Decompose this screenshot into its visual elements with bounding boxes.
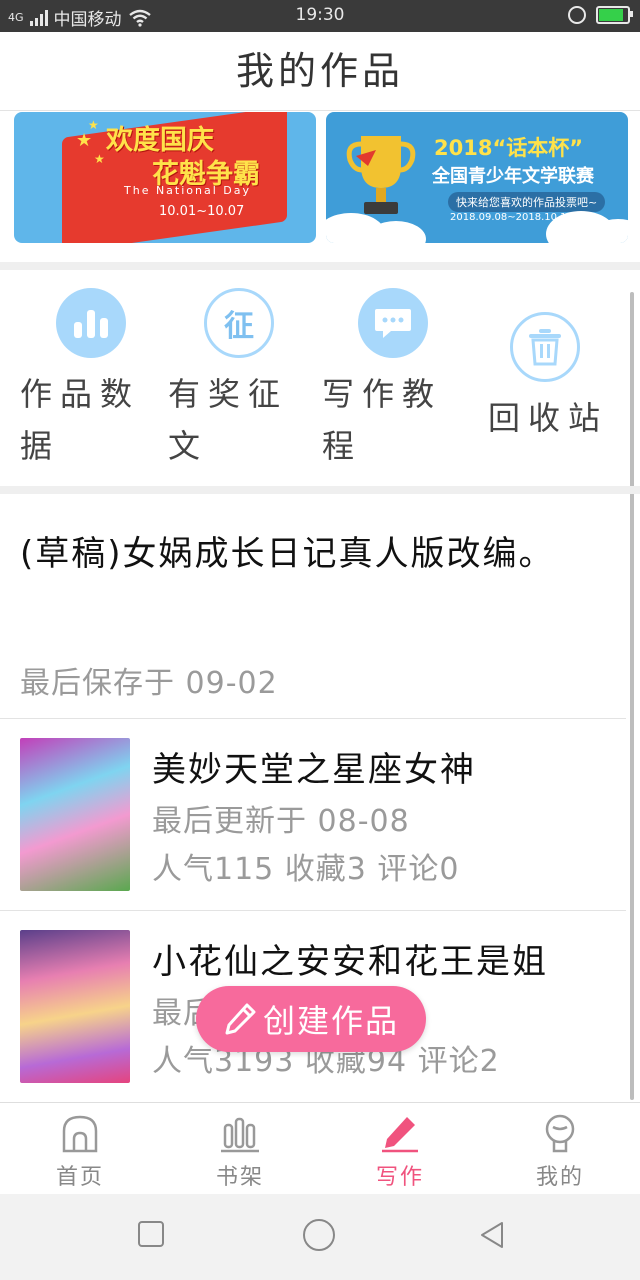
tab-profile-label: 我的: [535, 1165, 584, 1190]
recent-apps-button[interactable]: [137, 1220, 165, 1248]
tab-bookshelf-label: 书架: [215, 1165, 264, 1190]
chat-bubble-icon: [358, 288, 428, 358]
rotation-lock-icon: [568, 6, 586, 24]
section-divider: [0, 262, 640, 270]
national-day-banner[interactable]: ★ ★ ★ 欢度国庆 花魁争霸 The National Day 10.01~1…: [14, 112, 316, 243]
quick-actions: 作品数据 征 有奖征文 写作教程 回收站: [0, 270, 626, 486]
contest-label: 有奖征文: [168, 375, 289, 465]
work-stats: 人气115 收藏3 评论0: [152, 852, 460, 887]
tab-write-label: 写作: [375, 1165, 424, 1190]
home-icon: [60, 1113, 100, 1153]
work-title: 小花仙之安安和花王是姐: [152, 942, 548, 982]
contest-banner[interactable]: 2018“话本杯” 全国青少年文学联赛 快来给您喜欢的作品投票吧~ 2018.0…: [326, 112, 628, 243]
pencil-icon: [380, 1113, 420, 1153]
writing-tutorial-button[interactable]: 写作教程: [322, 270, 452, 472]
tab-profile[interactable]: 我的: [480, 1103, 640, 1195]
works-data-button[interactable]: 作品数据: [20, 270, 150, 472]
bottom-tab-bar: 首页 书架 写作 我的: [0, 1102, 640, 1195]
profile-icon: [540, 1113, 580, 1153]
trophy-icon: [346, 136, 416, 214]
battery-icon: [596, 6, 633, 24]
banner-carousel[interactable]: ★ ★ ★ 欢度国庆 花魁争霸 The National Day 10.01~1…: [0, 110, 640, 260]
work-cover-image: [20, 738, 130, 891]
contest-icon: 征: [204, 288, 274, 358]
banner-subtitle: 全国青少年文学联赛: [432, 166, 594, 187]
tab-home-label: 首页: [55, 1165, 104, 1190]
banner-date: 10.01~10.07: [159, 204, 245, 219]
recycle-bin-button[interactable]: 回收站: [488, 270, 618, 444]
section-divider: [0, 486, 640, 494]
tab-write[interactable]: 写作: [320, 1103, 480, 1195]
clock: 19:30: [295, 5, 345, 25]
banner-subtitle: The National Day: [124, 184, 252, 197]
work-updated-time: 最后更新于 08-08: [152, 804, 410, 839]
recycle-bin-label: 回收站: [488, 399, 609, 437]
bookshelf-icon: [220, 1113, 260, 1153]
draft-title: (草稿)女娲成长日记真人版改编。: [20, 534, 555, 574]
tab-bookshelf[interactable]: 书架: [160, 1103, 320, 1195]
app-header: 我的作品: [0, 32, 640, 111]
star-icon: ★: [76, 130, 93, 151]
works-data-label: 作品数据: [20, 375, 141, 465]
banner-title: 2018“话本杯”: [434, 136, 584, 160]
contest-icon-glyph: 征: [224, 309, 254, 344]
tab-home[interactable]: 首页: [0, 1103, 160, 1195]
bar-chart-icon: [56, 288, 126, 358]
home-button[interactable]: [302, 1218, 336, 1252]
page-title: 我的作品: [235, 49, 404, 93]
scrollbar[interactable]: [630, 292, 634, 1100]
pencil-icon: [225, 1003, 256, 1035]
work-title: 美妙天堂之星座女神: [152, 750, 476, 790]
contest-button[interactable]: 征 有奖征文: [168, 270, 298, 472]
battery-fill: [599, 9, 623, 21]
work-item[interactable]: 美妙天堂之星座女神 最后更新于 08-08 人气115 收藏3 评论0: [0, 718, 626, 911]
star-icon: ★: [88, 118, 99, 132]
system-nav-bar: [0, 1194, 640, 1280]
status-bar: 4G 中国移动 19:30: [0, 0, 640, 32]
create-work-label: 创建作品: [262, 1002, 399, 1040]
work-cover-image: [20, 930, 130, 1083]
writing-tutorial-label: 写作教程: [322, 375, 443, 465]
back-button[interactable]: [478, 1220, 506, 1250]
draft-item[interactable]: (草稿)女娲成长日记真人版改编。 最后保存于 09-02: [0, 494, 626, 719]
draft-saved-time: 最后保存于 09-02: [20, 666, 278, 701]
create-work-button[interactable]: 创建作品: [196, 986, 426, 1052]
star-icon: ★: [94, 152, 105, 166]
trash-icon: [510, 312, 580, 382]
clouds-decoration: [326, 209, 628, 243]
